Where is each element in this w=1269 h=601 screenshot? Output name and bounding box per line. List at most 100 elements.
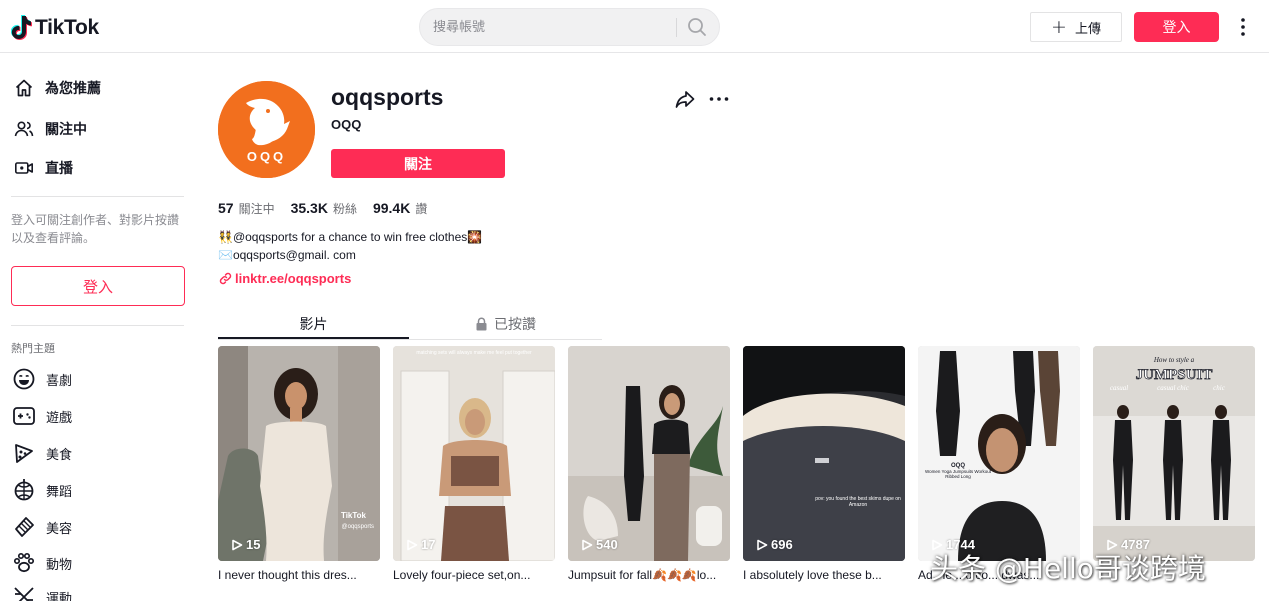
stat-likes: 99.4K 讚 <box>373 200 427 217</box>
tiktok-watermark: TikTok <box>341 511 367 520</box>
topic-beauty[interactable]: 美容 <box>12 514 72 540</box>
view-count: 17 <box>421 537 436 552</box>
sports-icon <box>14 587 34 601</box>
video-card[interactable]: pov: you found the best skims dupe on Am… <box>743 346 905 582</box>
profile-link[interactable]: linktr.ee/oqqsports <box>219 271 351 286</box>
sidebar-item-following[interactable]: 關注中 <box>14 117 87 141</box>
topic-label: 動物 <box>46 557 73 573</box>
upload-label: 上傳 <box>1074 21 1101 37</box>
video-thumbnail[interactable]: TikTok @oqqsports 15 <box>218 346 380 561</box>
following-icon <box>14 121 34 137</box>
topic-sports[interactable]: 運動 <box>12 584 72 601</box>
video-card[interactable]: matching sets will always make me feel p… <box>393 346 555 582</box>
video-thumbnail[interactable]: matching sets will always make me feel p… <box>393 346 555 561</box>
topic-comedy[interactable]: 喜劇 <box>12 366 72 392</box>
stat-label: 關注中 <box>238 202 275 216</box>
sidebar-divider <box>11 196 184 197</box>
profile-nickname: OQQ <box>331 117 362 132</box>
tab-videos[interactable]: 影片 <box>218 308 409 340</box>
food-icon <box>15 444 33 463</box>
video-caption[interactable]: I absolutely love these b... <box>743 568 905 582</box>
topic-gaming[interactable]: 遊戲 <box>12 403 72 429</box>
sidebar-item-label: 關注中 <box>45 122 87 138</box>
topic-label: 美容 <box>46 521 73 537</box>
profile-tabs: 影片 已按讚 <box>218 308 602 340</box>
video-card[interactable]: TikTok @oqqsports 15 I never thought thi… <box>218 346 380 582</box>
view-count: 15 <box>246 537 261 552</box>
video-caption[interactable]: I never thought this dres... <box>218 568 380 582</box>
video-views: 696 <box>756 537 793 552</box>
topic-label: 遊戲 <box>46 410 73 426</box>
header-login-button[interactable]: 登入 <box>1134 12 1219 42</box>
video-5-image: OQQ Women Yoga Jumpsuits Workout Ribbed … <box>918 346 1080 561</box>
dance-icon <box>14 479 34 501</box>
topic-label: 美食 <box>46 447 73 463</box>
stat-label: 粉絲 <box>332 202 357 216</box>
play-icon <box>757 539 768 550</box>
video-4-image: pov: you found the best skims dupe on Am… <box>743 346 905 561</box>
sidebar-divider <box>11 325 184 326</box>
video-overlay-text: matching sets will always make me feel p… <box>416 350 532 356</box>
lock-icon <box>476 317 487 331</box>
animals-icon <box>13 552 35 573</box>
video-handle: @oqqsports <box>342 524 374 530</box>
beauty-icon <box>15 517 34 537</box>
play-icon <box>407 539 418 550</box>
video-views: 540 <box>581 537 618 552</box>
video-caption[interactable]: Jumpsuit for fall🍂🍂🍂lo... <box>568 568 730 582</box>
topic-animals[interactable]: 動物 <box>12 550 72 576</box>
video-caption[interactable]: Lovely four-piece set,on... <box>393 568 555 582</box>
topic-dance[interactable]: 舞蹈 <box>12 477 72 503</box>
video-card[interactable]: 540 Jumpsuit for fall🍂🍂🍂lo... <box>568 346 730 582</box>
stat-label: 讚 <box>415 202 428 216</box>
video-thumbnail[interactable]: How to style a JUMPSUIT casual casual ch… <box>1093 346 1255 561</box>
profile-username: oqqsports <box>331 84 444 110</box>
topic-food[interactable]: 美食 <box>12 440 72 466</box>
comedy-icon <box>13 368 35 390</box>
video-2-image: matching sets will always make me feel p… <box>393 346 555 561</box>
sidebar-item-live[interactable]: 直播 <box>14 156 73 180</box>
search-icon[interactable] <box>686 16 708 38</box>
sidebar-item-for-you[interactable]: 為您推薦 <box>14 76 101 100</box>
video-overlay-text: pov: you found the best skims dupe on Am… <box>815 496 901 508</box>
tab-liked[interactable]: 已按讚 <box>409 308 602 340</box>
video-6-image: How to style a JUMPSUIT casual casual ch… <box>1093 346 1255 561</box>
more-options-icon[interactable] <box>1236 16 1250 38</box>
more-icon[interactable] <box>708 90 730 108</box>
stat-following[interactable]: 57 關注中 <box>218 200 275 217</box>
profile-avatar[interactable]: OQQ <box>218 81 315 178</box>
search-input[interactable] <box>433 9 673 45</box>
topic-label: 舞蹈 <box>46 484 73 500</box>
stat-value: 99.4K <box>372 200 411 216</box>
profile-bio: 👯@oqqsports for a chance to win free clo… <box>218 228 482 264</box>
video-thumbnail[interactable]: OQQ Women Yoga Jumpsuits Workout Ribbed … <box>918 346 1080 561</box>
sidebar-login-button[interactable]: 登入 <box>11 266 185 306</box>
watermark-overlay: 头条 @Hello哥谈跨境 <box>930 552 1206 585</box>
topics-title: 熱門主題 <box>11 342 55 355</box>
home-icon <box>15 79 33 97</box>
sidebar-item-label: 直播 <box>45 161 73 177</box>
style-label: casual <box>1110 384 1128 392</box>
video-views: 17 <box>406 537 435 552</box>
sidebar: 為您推薦 關注中 直播 登入可關注創作者、對影片按讚以及查看評論。 登入 熱門主… <box>0 53 200 601</box>
topic-label: 喜劇 <box>46 373 73 389</box>
follow-button[interactable]: 關注 <box>331 149 505 178</box>
avatar-text: OQQ <box>247 149 286 164</box>
video-views: 15 <box>231 537 260 552</box>
bio-line: 👯@oqqsports for a chance to win free clo… <box>218 230 483 244</box>
upload-button[interactable]: + 上傳 <box>1030 12 1122 42</box>
gaming-icon <box>13 407 35 425</box>
video-overlay-text: How to style a <box>1153 356 1195 364</box>
video-thumbnail[interactable]: 540 <box>568 346 730 561</box>
video-card[interactable]: How to style a JUMPSUIT casual casual ch… <box>1093 346 1255 568</box>
profile-stats: 57 關注中 35.3K 粉絲 99.4K 讚 <box>218 200 443 217</box>
tiktok-logo-icon <box>11 15 32 40</box>
tiktok-logo[interactable]: TikTok <box>11 14 99 42</box>
view-count: 540 <box>596 537 618 552</box>
video-thumbnail[interactable]: pov: you found the best skims dupe on Am… <box>743 346 905 561</box>
bio-line: ✉️oqqsports@gmail. com <box>218 248 356 262</box>
share-icon[interactable] <box>675 89 695 109</box>
stat-followers[interactable]: 35.3K 粉絲 <box>291 200 357 217</box>
link-text: linktr.ee/oqqsports <box>235 271 352 286</box>
login-hint: 登入可關注創作者、對影片按讚以及查看評論。 <box>11 213 180 245</box>
